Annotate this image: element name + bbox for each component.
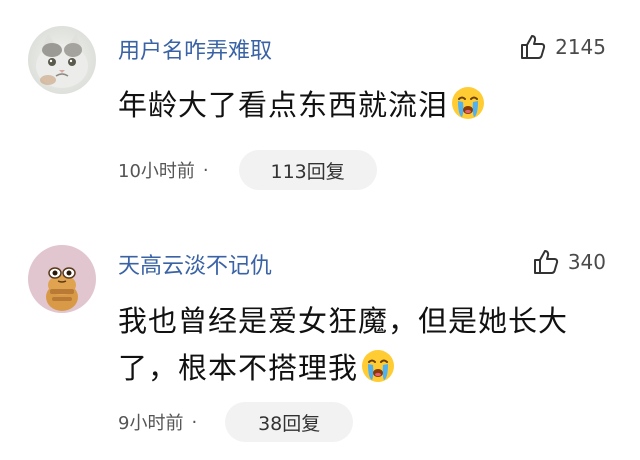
comment-item: 天高云淡不记仇 340 我也曾经是爱女狂魔，但是她长大 了，根本不搭理我 9小时… <box>0 215 640 460</box>
cartoon-avatar-icon <box>28 245 96 313</box>
thumbs-up-icon <box>521 35 546 59</box>
meta-separator: · <box>191 411 198 433</box>
username[interactable]: 用户名咋弄难取 <box>118 33 272 65</box>
like-button[interactable]: 2145 <box>519 31 606 63</box>
comment-text: 我也曾经是爱女狂魔，但是她长大 了，根本不搭理我 <box>118 298 608 392</box>
user-avatar[interactable] <box>28 245 96 313</box>
timestamp: 10小时前 <box>118 161 195 182</box>
comment-text: 年龄大了看点东西就流泪 <box>118 82 608 129</box>
like-button[interactable]: 340 <box>532 246 606 278</box>
user-avatar[interactable] <box>28 26 96 94</box>
like-count: 2145 <box>555 35 606 59</box>
comment-text-line: 了，根本不搭理我 <box>118 351 359 385</box>
crying-face-icon <box>362 350 395 382</box>
crying-face-icon <box>452 87 485 119</box>
username[interactable]: 天高云淡不记仇 <box>118 248 272 280</box>
comment-meta: 9小时前 · 38回复 <box>118 402 354 442</box>
comment-text-line-wrap: 了，根本不搭理我 <box>118 345 608 392</box>
thumbs-up-icon <box>533 250 558 274</box>
comment-meta: 10小时前 · 113回复 <box>118 150 377 190</box>
timestamp: 9小时前 <box>118 413 184 434</box>
reply-button[interactable]: 38回复 <box>225 402 354 442</box>
meta-separator: · <box>202 159 209 181</box>
comment-text-body: 年龄大了看点东西就流泪 <box>118 88 449 122</box>
like-count: 340 <box>567 250 606 274</box>
comment-item: 用户名咋弄难取 2145 年龄大了看点东西就流泪 10小时前 · 113回复 <box>0 0 640 215</box>
cat-avatar-icon <box>28 26 96 94</box>
reply-button[interactable]: 113回复 <box>238 150 377 190</box>
comment-text-line: 我也曾经是爱女狂魔，但是她长大 <box>118 304 569 338</box>
